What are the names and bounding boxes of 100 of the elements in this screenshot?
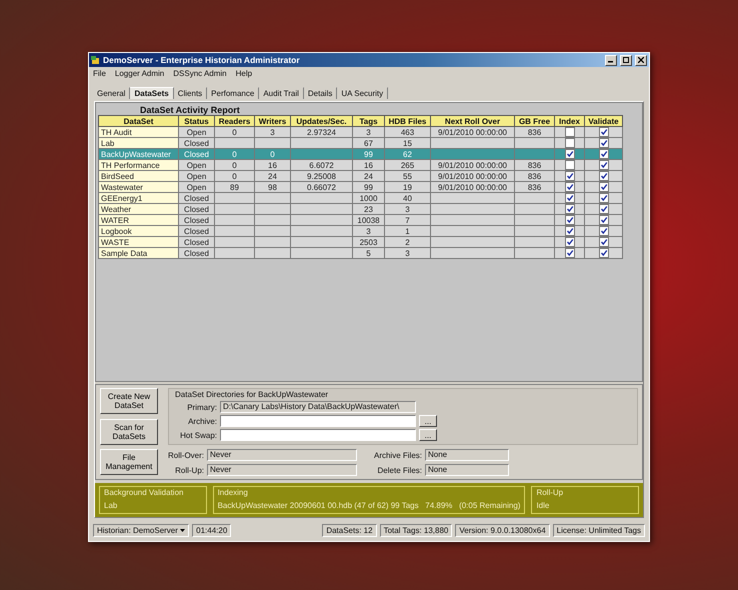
- field-label: Hot Swap:: [179, 430, 217, 440]
- input-field[interactable]: [220, 415, 416, 427]
- checkbox[interactable]: [564, 138, 574, 148]
- status-item: License: Unlimited Tags: [552, 524, 645, 537]
- window-title: DemoServer - Enterprise Historian Administrator: [103, 55, 301, 65]
- checkbox[interactable]: [564, 226, 574, 236]
- checkbox[interactable]: [598, 160, 608, 170]
- checkbox[interactable]: [598, 149, 608, 159]
- historian-selector[interactable]: Historian: DemoServer: [93, 524, 190, 537]
- table-cell: WATER: [98, 214, 178, 226]
- checkbox[interactable]: [598, 193, 608, 203]
- table-cell: 9/01/2010 00:00:00: [430, 126, 514, 138]
- table-cell: Logbook: [98, 226, 178, 236]
- status-item: DataSets: 12: [322, 524, 377, 537]
- table-cell: BirdSeed: [98, 170, 178, 182]
- activity-value: BackUpWastewater 20090601 00.hdb (47 of 62) 99 Tags 74.89% (0:05 Remaining): [218, 501, 520, 510]
- table-cell: TH Audit: [98, 126, 178, 138]
- checkbox[interactable]: [564, 237, 574, 247]
- column-header[interactable]: Status: [178, 116, 214, 126]
- checkbox[interactable]: [564, 215, 574, 225]
- checkbox[interactable]: [564, 149, 574, 159]
- table-cell: 9/01/2010 00:00:00: [430, 170, 514, 182]
- input-field[interactable]: None: [425, 449, 509, 461]
- table-cell: WASTE: [98, 236, 178, 248]
- minimize-button[interactable]: [605, 54, 617, 66]
- checkbox[interactable]: [564, 248, 574, 258]
- caret-icon: [180, 529, 186, 533]
- checkbox[interactable]: [598, 248, 608, 258]
- column-header[interactable]: Readers: [214, 116, 254, 126]
- close-button[interactable]: [635, 54, 647, 66]
- checkbox[interactable]: [598, 127, 608, 137]
- field-label: Roll-Up:: [174, 466, 204, 474]
- column-header[interactable]: Validate: [584, 116, 622, 126]
- tab[interactable]: Clients: [174, 87, 208, 99]
- table-cell: BackUpWastewater: [98, 148, 178, 160]
- maximize-button[interactable]: [620, 54, 632, 66]
- table-cell: Lab: [98, 138, 178, 148]
- checkbox[interactable]: [564, 160, 574, 170]
- column-header[interactable]: Next Roll Over: [430, 116, 514, 126]
- input-field[interactable]: D:\Canary Labs\History Data\BackUpWastewater\: [220, 401, 416, 413]
- field-label: Roll-Over:: [168, 450, 204, 460]
- checkbox[interactable]: [564, 127, 574, 137]
- table-cell: TH Performance: [98, 160, 178, 170]
- checkbox[interactable]: [564, 171, 574, 181]
- menu-item[interactable]: DSSync Admin: [173, 69, 227, 79]
- menu-item[interactable]: File: [93, 69, 106, 79]
- create-dataset-button[interactable]: Create New DataSet: [100, 388, 158, 414]
- browse-button[interactable]: ...: [419, 429, 437, 441]
- field-label: Archive:: [187, 416, 217, 426]
- checkbox[interactable]: [564, 193, 574, 203]
- checkbox[interactable]: [598, 226, 608, 236]
- input-field[interactable]: Never: [207, 449, 357, 461]
- tab[interactable]: Perfomance: [207, 87, 260, 99]
- checkbox[interactable]: [598, 182, 608, 192]
- column-header[interactable]: DataSet: [98, 116, 178, 126]
- group-title: Indexing: [218, 488, 249, 497]
- checkbox[interactable]: [564, 182, 574, 192]
- tab[interactable]: UA Security: [337, 87, 388, 99]
- input-field[interactable]: [220, 429, 416, 441]
- field-label: Delete Files:: [376, 466, 422, 474]
- browse-button[interactable]: ...: [419, 415, 437, 427]
- status-time: 01:44:20: [192, 524, 232, 537]
- table-cell: GEEnergy1: [98, 192, 178, 204]
- field-label: Archive Files:: [372, 450, 422, 460]
- checkbox[interactable]: [598, 138, 608, 148]
- table-cell: 9/01/2010 00:00:00: [430, 160, 514, 170]
- table-cell: Sample Data: [98, 248, 178, 258]
- menu-item[interactable]: Logger Admin: [114, 69, 164, 79]
- scan-button[interactable]: Scan for DataSets: [100, 419, 158, 445]
- tab[interactable]: Audit Trail: [259, 87, 304, 99]
- checkbox[interactable]: [598, 237, 608, 247]
- table-cell: 9/01/2010 00:00:00: [430, 182, 514, 192]
- input-field[interactable]: None: [425, 464, 509, 476]
- column-header[interactable]: Index: [554, 116, 584, 126]
- input-field[interactable]: Never: [207, 464, 357, 476]
- column-header[interactable]: Tags: [352, 116, 384, 126]
- maximize-icon: [623, 57, 629, 63]
- table-cell: Wastewater: [98, 182, 178, 192]
- activity-value: Lab: [104, 501, 118, 510]
- column-header[interactable]: HDB Files: [384, 116, 430, 126]
- tab[interactable]: Details: [304, 87, 338, 99]
- activity-value: Idle: [536, 501, 550, 510]
- status-item: Version: 9.0.0.13080x64: [455, 524, 550, 537]
- group-title: Roll-Up: [536, 488, 564, 497]
- report-title: DataSet Activity Report: [140, 105, 240, 115]
- status-item: Total Tags: 13,880: [380, 524, 452, 537]
- table-cell: Weather: [98, 204, 178, 214]
- menu-item[interactable]: Help: [236, 69, 252, 79]
- column-header[interactable]: Updates/Sec.: [290, 116, 352, 126]
- column-header[interactable]: GB Free: [514, 116, 554, 126]
- tab[interactable]: DataSets: [130, 87, 174, 99]
- checkbox[interactable]: [598, 204, 608, 214]
- app-icon: [91, 56, 100, 64]
- column-header[interactable]: Writers: [254, 116, 290, 126]
- file-management-button[interactable]: File Management: [100, 449, 158, 475]
- checkbox[interactable]: [598, 171, 608, 181]
- close-icon: [638, 57, 644, 63]
- field-label: Primary:: [186, 402, 217, 412]
- checkbox[interactable]: [564, 204, 574, 214]
- checkbox[interactable]: [598, 215, 608, 225]
